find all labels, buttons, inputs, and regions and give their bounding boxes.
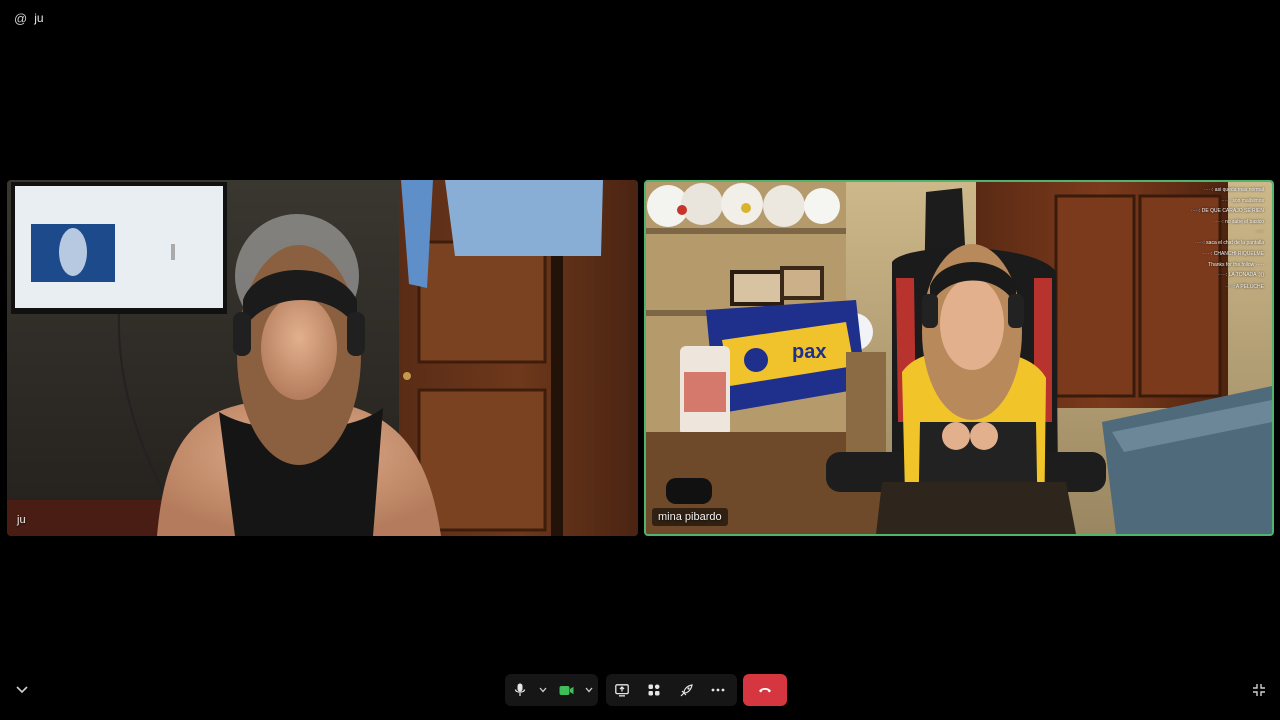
participant-name-label: ju: [17, 514, 26, 526]
microphone-button[interactable]: [505, 674, 535, 706]
chat-message: ·····: son malisimos: [1221, 197, 1264, 204]
more-icon: [711, 688, 725, 692]
screen-share-icon: [615, 683, 629, 696]
camera-options-button[interactable]: [581, 674, 597, 706]
chat-message: ·····: saca el chat de la pantalla: [1195, 239, 1264, 246]
microphone-options-button[interactable]: [535, 674, 551, 706]
call-header[interactable]: @ ju: [14, 9, 44, 27]
camera-button[interactable]: [551, 674, 581, 706]
video-tile-ju[interactable]: ju: [7, 180, 638, 536]
microphone-icon: [514, 683, 526, 696]
exit-fullscreen-icon[interactable]: [1251, 682, 1267, 698]
rocket-icon: [680, 683, 693, 696]
overlay-brand-text: pax: [792, 341, 826, 363]
video-call-window: @ ju ju pax ·····: asi queda mas normal …: [0, 0, 1280, 720]
at-icon: @: [14, 10, 28, 26]
leave-call-button[interactable]: [743, 674, 787, 706]
activities-button[interactable]: [670, 674, 702, 706]
chat-message: ·····: asi queda mas normal: [1203, 187, 1264, 193]
chevron-down-icon: [585, 687, 593, 693]
chat-message: ·····: A PELUCHE: [1225, 283, 1264, 290]
apps-button[interactable]: [638, 674, 670, 706]
chevron-down-icon: [539, 687, 547, 693]
more-options-button[interactable]: [702, 674, 734, 706]
chat-message: ·····: [1255, 229, 1264, 235]
video-camera-icon: [559, 685, 573, 695]
chat-message: ·····: no sabe el basico: [1213, 218, 1264, 225]
media-controls: [505, 674, 598, 706]
apps-grid-icon: [648, 684, 660, 696]
call-tools: [606, 674, 737, 706]
phone-hangup-icon: [759, 688, 771, 693]
chat-message: ·····: DE QUE CARAJO SE RIEN: [1190, 208, 1264, 214]
screen-share-button[interactable]: [606, 674, 638, 706]
participant-name-label: mina pibardo: [652, 508, 728, 526]
chat-message: ·····: CHANCHI RIQUELME: [1202, 251, 1264, 257]
stream-chat-overlay: ·····: asi queda mas normal ·····: son m…: [1094, 186, 1264, 292]
chat-message: Thanks for the follow ·····: [1208, 261, 1264, 268]
chat-message: ·····: LA TONADA :))): [1217, 272, 1265, 278]
header-user-name: ju: [34, 11, 44, 25]
chevron-down-icon[interactable]: [14, 682, 30, 698]
participant-video-feed: [7, 180, 638, 536]
video-tile-mina-pibardo[interactable]: pax ·····: asi queda mas normal ·····: s…: [644, 180, 1274, 536]
